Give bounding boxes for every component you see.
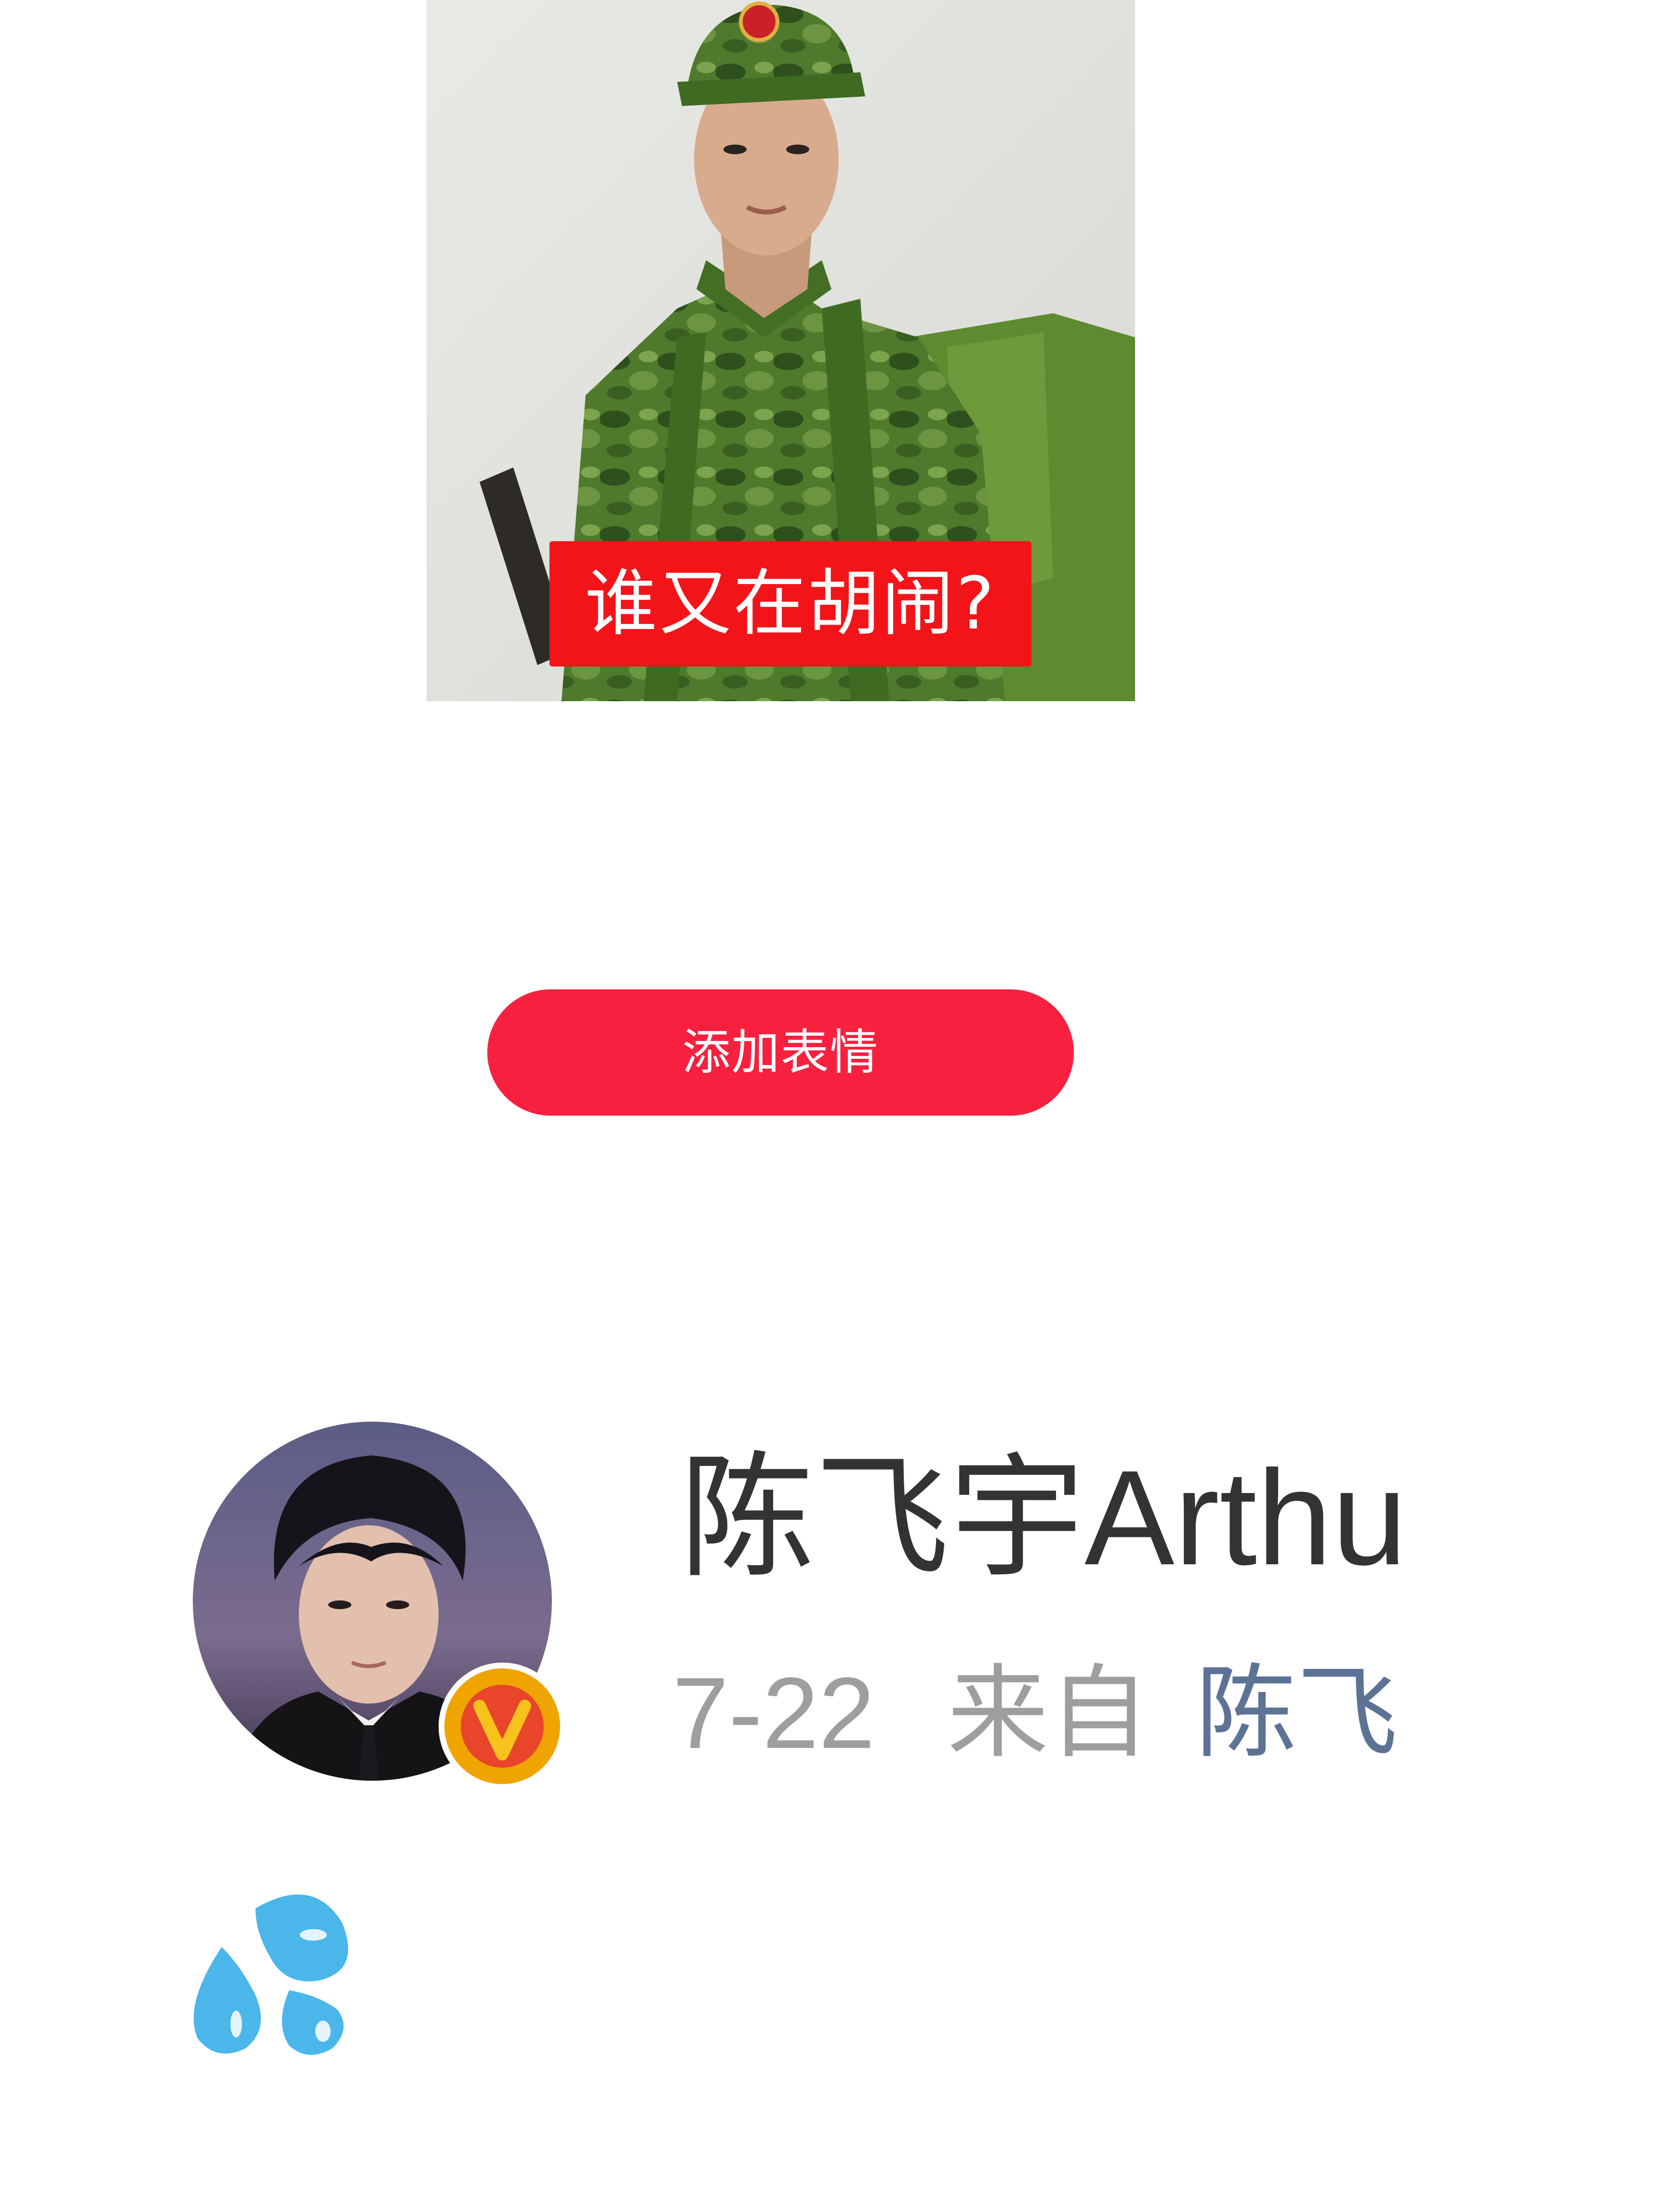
sticker-caption: 谁又在胡闹? xyxy=(549,541,1031,666)
post-meta: 7-22 来自 陈飞 xyxy=(672,1653,1453,1773)
sweat-drops-icon xyxy=(188,1879,361,2063)
from-label: 来自 xyxy=(947,1656,1150,1770)
author-avatar-group[interactable] xyxy=(193,1422,569,1790)
post-source-link[interactable]: 陈飞 xyxy=(1195,1656,1398,1770)
verified-badge-icon xyxy=(439,1663,566,1790)
sticker-image[interactable]: 谁又在胡闹? xyxy=(427,0,1135,701)
post-date: 7-22 xyxy=(672,1656,875,1770)
author-name[interactable]: 陈飞宇Arthu xyxy=(680,1441,1451,1595)
add-sticker-button[interactable]: 添加表情 xyxy=(487,989,1074,1116)
